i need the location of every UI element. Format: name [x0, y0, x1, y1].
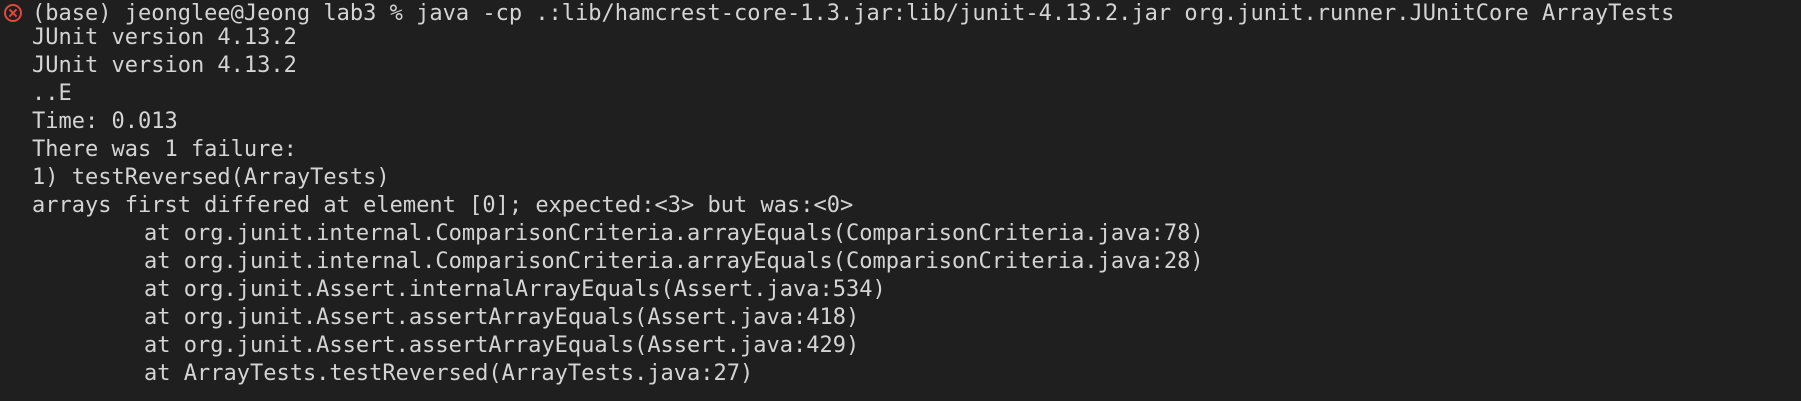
stack-trace-line: at org.junit.internal.ComparisonCriteria… [144, 249, 1204, 274]
stack-trace-line: at org.junit.internal.ComparisonCriteria… [144, 221, 1204, 246]
stack-trace-line: at org.junit.Assert.assertArrayEquals(As… [144, 333, 860, 358]
output-line: ..E [32, 81, 72, 106]
output-line: There was 1 failure: [32, 137, 297, 162]
terminal-window[interactable]: (base) jeonglee@Jeong lab3 % java -cp .:… [0, 0, 1801, 401]
stack-trace-line: at ArrayTests.testReversed(ArrayTests.ja… [144, 361, 754, 386]
error-circle-icon [4, 4, 22, 22]
output-line: JUnit version 4.13.2 [32, 25, 297, 50]
output-line: JUnit version 4.13.2 [32, 53, 297, 78]
output-line: Time: 0.013 [32, 109, 178, 134]
output-line: arrays first differed at element [0]; ex… [32, 193, 854, 218]
stack-trace-line: at org.junit.Assert.internalArrayEquals(… [144, 277, 886, 302]
output-line: 1) testReversed(ArrayTests) [32, 165, 390, 190]
stack-trace-line: at org.junit.Assert.assertArrayEquals(As… [144, 305, 860, 330]
